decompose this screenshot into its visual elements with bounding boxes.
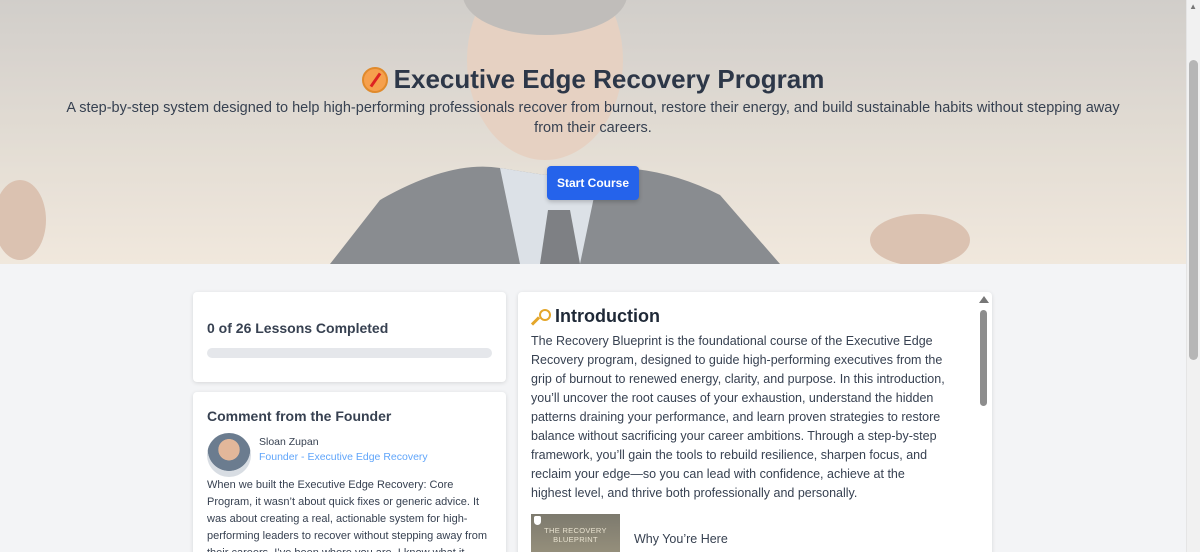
hero-banner: Executive Edge Recovery Program A step-b… bbox=[0, 0, 1186, 264]
founder-comment-card: Comment from the Founder Sloan Zupan Fou… bbox=[193, 392, 506, 552]
progress-label: 0 of 26 Lessons Completed bbox=[207, 320, 389, 336]
introduction-scrollbar-thumb[interactable] bbox=[980, 310, 987, 406]
compass-icon bbox=[361, 66, 388, 93]
scroll-up-arrow-icon[interactable] bbox=[979, 296, 989, 303]
founder-profile: Sloan Zupan Founder - Executive Edge Rec… bbox=[207, 433, 492, 477]
page-scrollbar-thumb[interactable] bbox=[1189, 60, 1198, 360]
founder-role: Founder - Executive Edge Recovery bbox=[259, 451, 428, 463]
lesson-item[interactable]: THE RECOVERY BLUEPRINT Why You’re Here bbox=[531, 514, 947, 552]
introduction-heading: Introduction bbox=[531, 306, 947, 327]
avatar bbox=[207, 433, 251, 477]
shield-icon bbox=[534, 516, 541, 525]
introduction-scrollbar[interactable] bbox=[977, 296, 989, 552]
key-icon bbox=[531, 308, 551, 326]
founder-comment-text: When we built the Executive Edge Recover… bbox=[207, 479, 488, 552]
lesson-thumbnail[interactable]: THE RECOVERY BLUEPRINT bbox=[531, 514, 620, 552]
progress-bar bbox=[207, 348, 492, 358]
founder-name: Sloan Zupan bbox=[259, 436, 319, 448]
page-title: Executive Edge Recovery Program bbox=[0, 64, 1186, 95]
lesson-title[interactable]: Why You’re Here bbox=[634, 532, 728, 546]
introduction-panel: Introduction The Recovery Blueprint is t… bbox=[518, 292, 992, 552]
progress-card: 0 of 26 Lessons Completed bbox=[193, 292, 506, 382]
page-subtitle: A step-by-step system designed to help h… bbox=[66, 100, 1120, 136]
introduction-body: The Recovery Blueprint is the foundation… bbox=[531, 334, 945, 500]
scroll-up-arrow-icon[interactable]: ▲ bbox=[1189, 2, 1197, 11]
page-scrollbar[interactable]: ▲ bbox=[1186, 0, 1200, 552]
page-title-text: Executive Edge Recovery Program bbox=[393, 64, 825, 94]
founder-heading: Comment from the Founder bbox=[207, 408, 392, 424]
lesson-thumbnail-text: THE RECOVERY BLUEPRINT bbox=[544, 526, 607, 544]
introduction-heading-text: Introduction bbox=[555, 306, 660, 326]
start-course-button[interactable]: Start Course bbox=[547, 166, 639, 200]
